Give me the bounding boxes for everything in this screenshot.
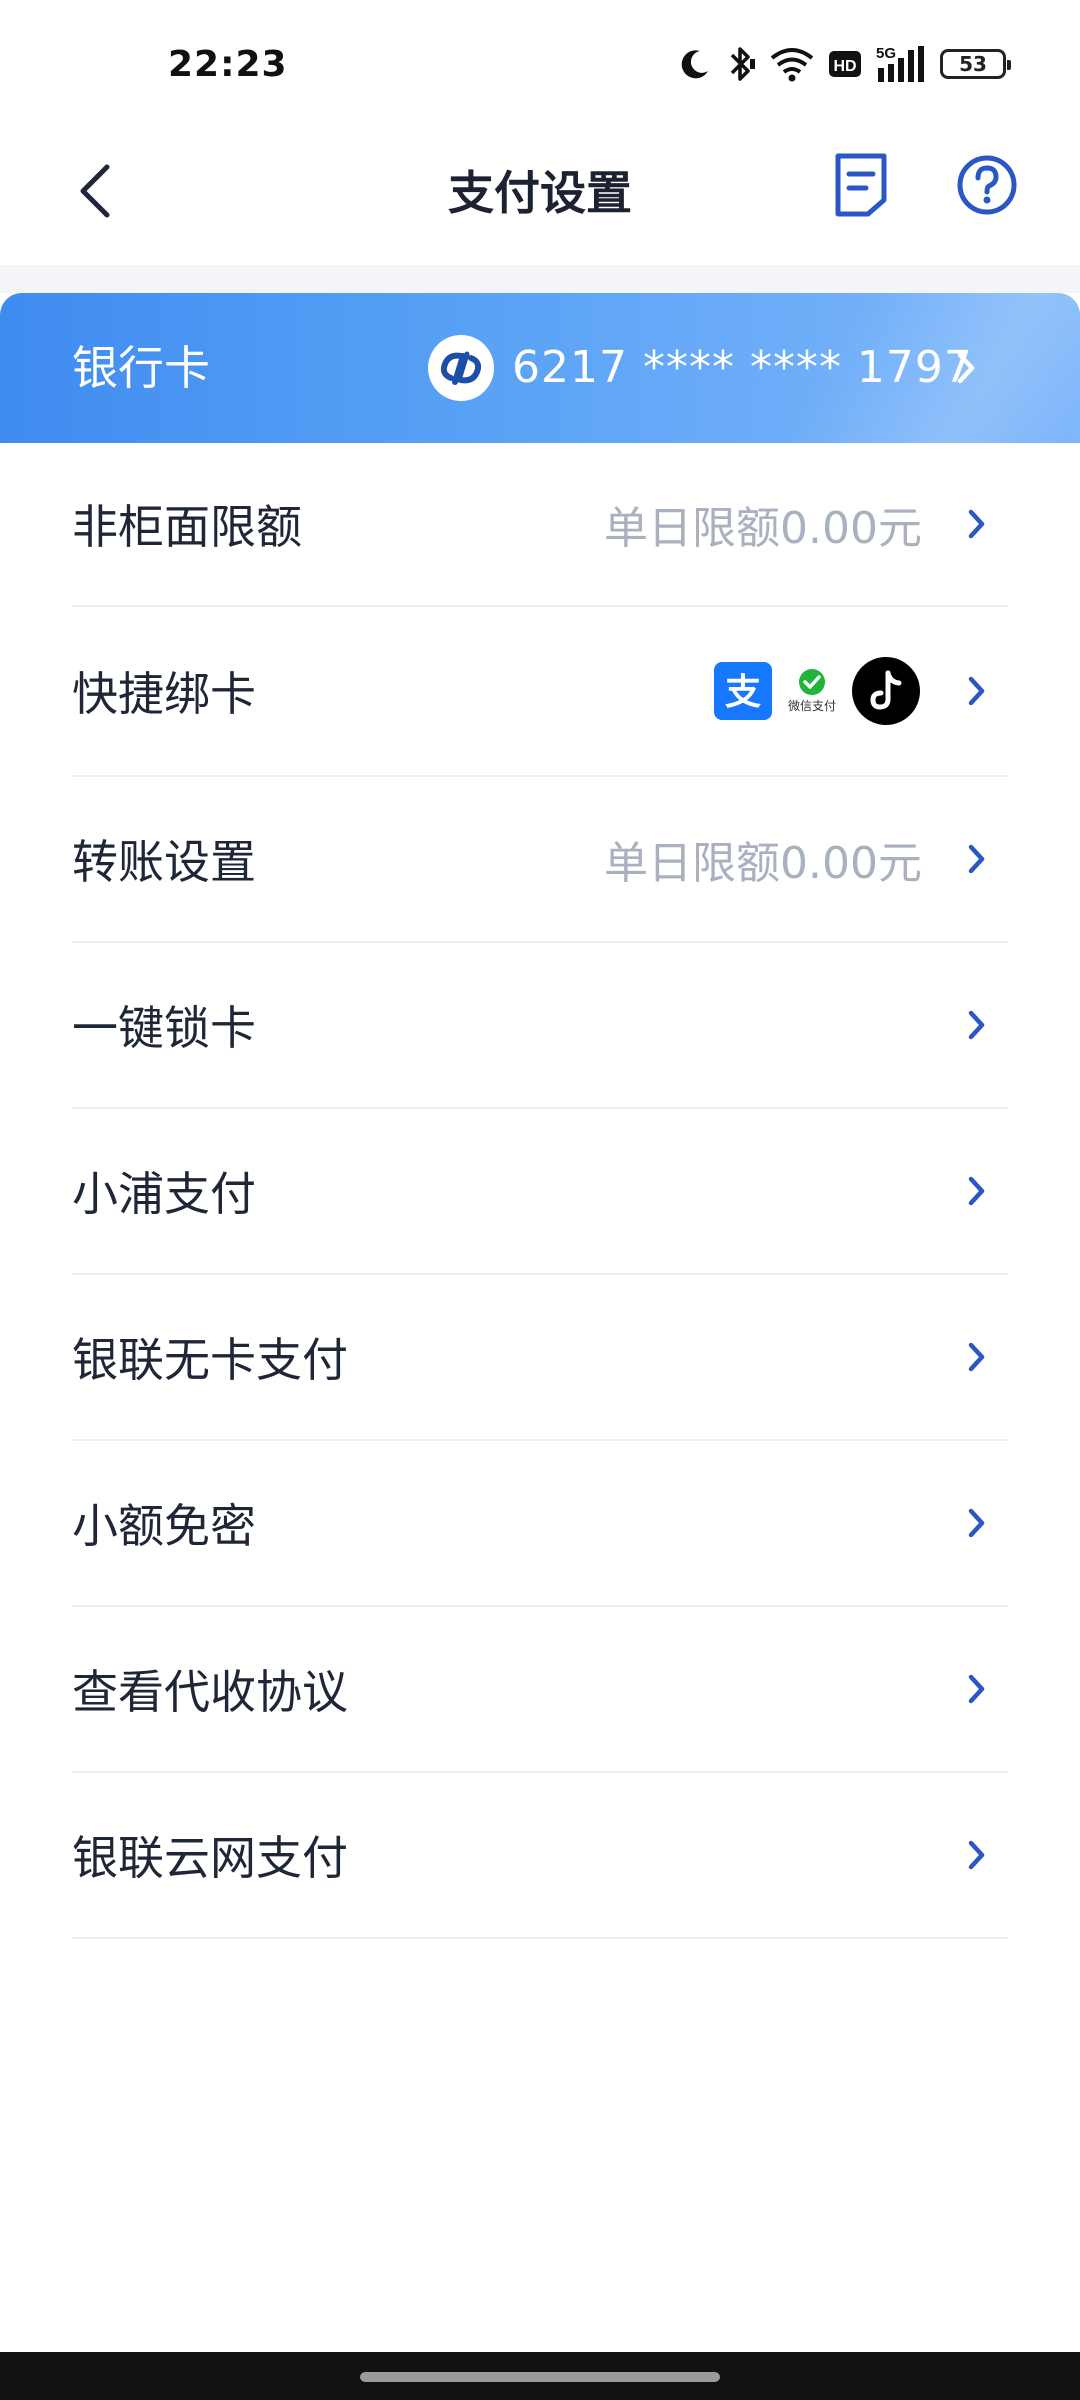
bank-card-banner[interactable]: 银行卡 6217 **** **** 1797	[0, 293, 1080, 443]
row-label: 非柜面限额	[72, 500, 302, 554]
page-title: 支付设置	[448, 166, 632, 220]
chevron-right-icon	[966, 1007, 988, 1043]
bluetooth-icon	[726, 45, 756, 83]
row-label: 银联云网支付	[72, 1831, 348, 1885]
wechat-pay-label: 微信支付	[787, 699, 836, 713]
document-button[interactable]	[830, 150, 892, 226]
svg-text:HD: HD	[833, 58, 856, 75]
alipay-icon: 支	[713, 662, 772, 720]
chevron-right-icon	[966, 1671, 988, 1707]
help-icon	[956, 155, 1018, 220]
row-label: 快捷绑卡	[72, 667, 256, 721]
header: 支付设置	[0, 130, 1080, 265]
settings-row-one-click-lock-card[interactable]: 一键锁卡	[72, 943, 1008, 1109]
row-label: 银联无卡支付	[72, 1333, 348, 1387]
row-label: 一键锁卡	[72, 1001, 256, 1055]
row-label: 查看代收协议	[72, 1665, 348, 1719]
row-value: 单日限额0.00元	[604, 838, 922, 889]
row-label: 小浦支付	[72, 1167, 256, 1221]
document-icon	[830, 153, 892, 224]
chevron-right-icon	[966, 1173, 988, 1209]
chevron-right-icon	[966, 1339, 988, 1375]
settings-row-small-amount-password-free[interactable]: 小额免密	[72, 1441, 1008, 1607]
svg-text:支: 支	[725, 672, 761, 713]
settings-row-xiaopu-pay[interactable]: 小浦支付	[72, 1109, 1008, 1275]
row-value: 单日限额0.00元	[604, 503, 922, 554]
row-label: 转账设置	[72, 835, 256, 889]
svg-text:5G: 5G	[876, 45, 896, 62]
chevron-right-icon	[952, 343, 982, 393]
header-divider	[0, 265, 1080, 293]
chevron-right-icon	[966, 841, 988, 877]
battery-icon: 53	[940, 49, 1011, 79]
chevron-right-icon	[966, 673, 988, 709]
status-bar: 22:23 HD 5G 53	[0, 0, 1080, 130]
spdb-bank-logo-icon	[428, 335, 494, 401]
settings-row-unionpay-cardless[interactable]: 银联无卡支付	[72, 1275, 1008, 1441]
settings-row-unionpay-cloud-pay[interactable]: 银联云网支付	[72, 1773, 1008, 1939]
status-icons: HD 5G 53	[678, 44, 1011, 84]
help-button[interactable]	[956, 154, 1018, 216]
home-indicator[interactable]	[360, 2372, 720, 2382]
settings-row-view-collection-agreement[interactable]: 查看代收协议	[72, 1607, 1008, 1773]
card-number: 6217 **** **** 1797	[512, 342, 973, 393]
wechat-pay-icon: 微信支付	[788, 668, 836, 714]
douyin-icon	[852, 657, 920, 725]
settings-row-non-counter-limit[interactable]: 非柜面限额 单日限额0.00元	[72, 443, 1008, 607]
settings-row-transfer-settings[interactable]: 转账设置 单日限额0.00元	[72, 777, 1008, 943]
moon-icon	[678, 47, 712, 81]
signal-5g-icon: 5G	[876, 44, 926, 84]
settings-row-quick-bind-card[interactable]: 快捷绑卡 支 微信支付	[72, 607, 1008, 777]
chevron-right-icon	[966, 506, 988, 542]
wifi-icon	[770, 46, 814, 82]
status-time: 22:23	[168, 44, 288, 85]
settings-list: 非柜面限额 单日限额0.00元 快捷绑卡 支 微信支付 转账设置 单日限额0.0…	[72, 443, 1008, 1939]
chevron-right-icon	[966, 1505, 988, 1541]
battery-level: 53	[959, 52, 987, 76]
payment-icons: 支 微信支付	[713, 657, 920, 725]
bank-card-label: 银行卡	[72, 341, 210, 395]
hd-icon: HD	[828, 49, 862, 79]
chevron-right-icon	[966, 1837, 988, 1873]
row-label: 小额免密	[72, 1499, 256, 1553]
